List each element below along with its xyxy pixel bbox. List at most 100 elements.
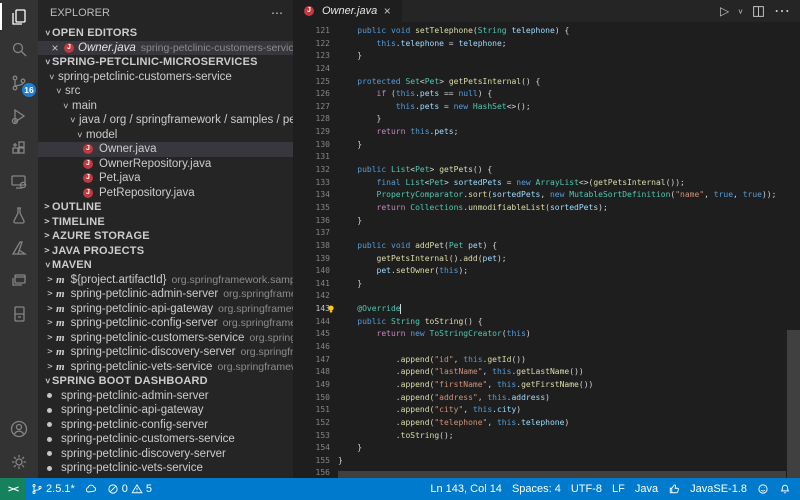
code-line[interactable]: 154 }	[293, 442, 800, 455]
tree-item[interactable]: >java / org / springframework / samples …	[38, 113, 293, 128]
java-runtime[interactable]: JavaSE-1.8	[685, 478, 752, 500]
code-line[interactable]: 122 this.telephone = telephone;	[293, 38, 800, 51]
code-line[interactable]: 138 public void addPet(Pet pet) {	[293, 240, 800, 253]
code-line[interactable]: 152 .append("telephone", this.telephone)	[293, 417, 800, 430]
run-debug-icon[interactable]	[0, 99, 38, 132]
code-line[interactable]: 151 .append("city", this.city)	[293, 404, 800, 417]
git-branch-item[interactable]: 2.5.1*	[26, 478, 80, 500]
more-actions-icon[interactable]: ⋯	[774, 1, 790, 21]
cursor-position[interactable]: Ln 143, Col 14	[425, 478, 507, 500]
code-line[interactable]: 141 }	[293, 278, 800, 291]
section-outline[interactable]: >OUTLINE	[38, 200, 293, 215]
code-line[interactable]: 130 }	[293, 139, 800, 152]
code-line[interactable]: 145 return new ToStringCreator(this)	[293, 328, 800, 341]
code-line[interactable]: 131	[293, 151, 800, 164]
section-maven[interactable]: > MAVEN	[38, 258, 293, 273]
split-editor-icon[interactable]	[752, 5, 765, 18]
code-line[interactable]: 137	[293, 227, 800, 240]
tree-item[interactable]: >main	[38, 99, 293, 114]
indentation[interactable]: Spaces: 4	[507, 478, 566, 500]
code-line[interactable]: 143 @Override	[293, 303, 800, 316]
horizontal-scrollbar[interactable]	[338, 471, 786, 478]
section-open-editors[interactable]: > OPEN EDITORS	[38, 26, 293, 41]
eol-sequence[interactable]: LF	[607, 478, 630, 500]
section-java-projects[interactable]: >JAVA PROJECTS	[38, 244, 293, 259]
tree-item[interactable]: >model	[38, 128, 293, 143]
more-actions-icon[interactable]: ⋯	[271, 0, 283, 26]
tree-item[interactable]: JOwner.java	[38, 142, 293, 157]
tree-item[interactable]: JPetRepository.java	[38, 186, 293, 201]
azure-icon[interactable]	[0, 231, 38, 264]
maven-item[interactable]: >mspring-petclinic-customers-serviceorg.…	[38, 331, 293, 346]
code-line[interactable]: 139 getPetsInternal().add(pet);	[293, 253, 800, 266]
test-explorer-icon[interactable]	[0, 198, 38, 231]
settings-gear-icon[interactable]	[0, 445, 38, 478]
lightbulb-icon[interactable]	[326, 304, 336, 314]
sync-changes-button[interactable]	[80, 478, 102, 500]
code-line[interactable]: 144 public String toString() {	[293, 316, 800, 329]
code-line[interactable]: 132 public List<Pet> getPets() {	[293, 164, 800, 177]
code-line[interactable]: 127 this.pets = new HashSet<>();	[293, 101, 800, 114]
run-dropdown-icon[interactable]: >	[736, 9, 745, 14]
code-line[interactable]: 125 protected Set<Pet> getPetsInternal()…	[293, 76, 800, 89]
code-line[interactable]: 133 final List<Pet> sortedPets = new Arr…	[293, 177, 800, 190]
code-line[interactable]: 140 pet.setOwner(this);	[293, 265, 800, 278]
feedback-smiley-icon[interactable]	[752, 478, 774, 500]
section-workspace[interactable]: > SPRING-PETCLINIC-MICROSERVICES	[38, 55, 293, 70]
tree-item[interactable]: JOwnerRepository.java	[38, 157, 293, 172]
code-line[interactable]: 135 return Collections.unmodifiableList(…	[293, 202, 800, 215]
maven-item[interactable]: >mspring-petclinic-discovery-serverorg.s…	[38, 345, 293, 360]
extensions-icon[interactable]	[0, 132, 38, 165]
code-line[interactable]: 146	[293, 341, 800, 354]
code-line[interactable]: 142	[293, 290, 800, 303]
search-icon[interactable]	[0, 33, 38, 66]
code-line[interactable]: 123 }	[293, 50, 800, 63]
maven-item[interactable]: >mspring-petclinic-vets-serviceorg.sprin…	[38, 360, 293, 375]
remote-explorer-icon[interactable]	[0, 165, 38, 198]
vertical-scrollbar[interactable]	[787, 330, 800, 478]
explorer-icon[interactable]	[0, 0, 38, 33]
code-line[interactable]: 129 return this.pets;	[293, 126, 800, 139]
code-line[interactable]: 121 public void setTelephone(String tele…	[293, 25, 800, 38]
dashboard-app-item[interactable]: spring-petclinic-discovery-server	[38, 447, 293, 462]
code-line[interactable]: 155}	[293, 455, 800, 468]
maven-item[interactable]: >m${project.artifactId}org.springframewo…	[38, 273, 293, 288]
section-timeline[interactable]: >TIMELINE	[38, 215, 293, 230]
section-azure-storage[interactable]: >AZURE STORAGE	[38, 229, 293, 244]
encoding[interactable]: UTF-8	[566, 478, 607, 500]
dashboard-app-item[interactable]: spring-petclinic-vets-service	[38, 461, 293, 476]
close-icon[interactable]: ×	[48, 41, 62, 55]
source-control-icon[interactable]: 16	[0, 66, 38, 99]
problems-item[interactable]: 0 5	[102, 478, 157, 500]
code-line[interactable]: 153 .toString();	[293, 430, 800, 443]
maven-item[interactable]: >mspring-petclinic-api-gatewayorg.spring…	[38, 302, 293, 317]
open-editor-item[interactable]: × J Owner.java spring-petclinic-customer…	[38, 41, 293, 56]
code-line[interactable]: 149 .append("firstName", this.getFirstNa…	[293, 379, 800, 392]
code-line[interactable]: 134 PropertyComparator.sort(sortedPets, …	[293, 189, 800, 202]
dashboard-app-item[interactable]: spring-petclinic-admin-server	[38, 389, 293, 404]
code-line[interactable]: 148 .append("lastName", this.getLastName…	[293, 366, 800, 379]
section-spring-boot-dashboard[interactable]: > SPRING BOOT DASHBOARD	[38, 374, 293, 389]
tree-item[interactable]: >src	[38, 84, 293, 99]
tree-item[interactable]: >spring-petclinic-customers-service	[38, 70, 293, 85]
maven-item[interactable]: >mspring-petclinic-config-serverorg.spri…	[38, 316, 293, 331]
account-icon[interactable]	[0, 412, 38, 445]
notebook-icon[interactable]	[0, 297, 38, 330]
dashboard-app-item[interactable]: spring-petclinic-customers-service	[38, 432, 293, 447]
code-line[interactable]: 147 .append("id", this.getId())	[293, 354, 800, 367]
tree-item[interactable]: JPet.java	[38, 171, 293, 186]
notifications-bell-icon[interactable]	[774, 478, 796, 500]
maven-item[interactable]: >mspring-petclinic-admin-serverorg.sprin…	[38, 287, 293, 302]
language-mode[interactable]: Java	[630, 478, 663, 500]
remote-indicator[interactable]: ><	[0, 478, 26, 500]
dashboard-app-item[interactable]: spring-petclinic-api-gateway	[38, 403, 293, 418]
code-line[interactable]: 136 }	[293, 215, 800, 228]
code-line[interactable]: 150 .append("address", this.address)	[293, 392, 800, 405]
dashboard-app-item[interactable]: spring-petclinic-config-server	[38, 418, 293, 433]
code-line[interactable]: 124	[293, 63, 800, 76]
docker-panels-icon[interactable]	[0, 264, 38, 297]
java-server-status[interactable]	[663, 478, 685, 500]
run-button[interactable]: ▷	[720, 4, 729, 18]
code-area[interactable]: 121 public void setTelephone(String tele…	[293, 22, 800, 478]
close-icon[interactable]: ×	[381, 4, 393, 18]
